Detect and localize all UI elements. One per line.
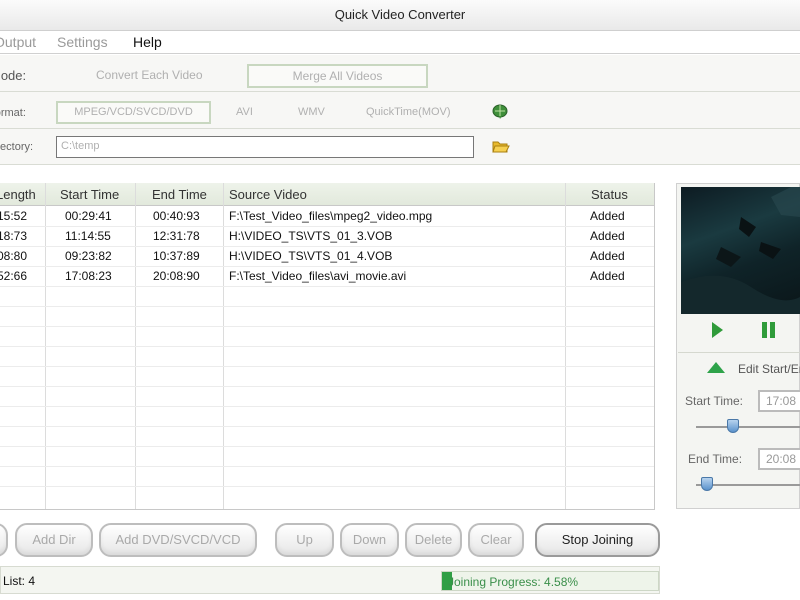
play-icon[interactable] [712,322,723,338]
cell-length: 18:73 [0,229,28,243]
cell-status: Added [590,209,625,223]
end-time-label: End Time: [688,452,743,466]
cell-source-video: H:\VIDEO_TS\VTS_01_4.VOB [229,249,393,263]
column-end-time[interactable]: End Time [152,187,207,202]
row-divider [0,446,654,447]
row-divider [0,486,654,487]
row-divider [0,366,654,367]
options-divider [0,91,800,92]
expand-up-icon[interactable] [707,362,725,373]
clear-button[interactable]: Clear [468,523,524,557]
cell-status: Added [590,229,625,243]
row-divider [0,346,654,347]
format-wmv[interactable]: WMV [298,106,325,118]
globe-icon[interactable] [492,104,508,120]
start-time-label: Start Time: [685,394,744,408]
cell-start-time: 09:23:82 [65,249,112,263]
format-label: Format: [0,107,26,119]
mode-label: Mode: [0,68,27,83]
start-time-slider-track[interactable] [696,426,800,428]
row-divider [0,406,654,407]
title-bar: Quick Video Converter [0,0,800,31]
cell-end-time: 00:40:93 [153,209,200,223]
mode-merge-all[interactable]: Merge All Videos [247,64,428,88]
cell-source-video: F:\Test_Video_files\avi_movie.avi [229,269,407,283]
progress-text: Joining Progress: 4.58% [448,575,579,589]
cell-length: 15:52 [0,209,28,223]
video-preview [681,187,800,314]
video-list-table[interactable]: Length Start Time End Time Source Video … [0,183,655,510]
cell-source-video: H:\VIDEO_TS\VTS_01_3.VOB [229,229,393,243]
up-button[interactable]: Up [275,523,334,557]
pause-icon[interactable] [762,322,776,338]
directory-label: Directory: [0,141,34,153]
column-source-video[interactable]: Source Video [229,187,307,202]
list-count: List: 4 [3,574,36,588]
menu-output[interactable]: Output [0,34,36,50]
preview-divider [678,352,800,353]
format-mpeg[interactable]: MPEG/VCD/SVCD/DVD [56,101,211,124]
row-divider [0,306,654,307]
menu-settings[interactable]: Settings [57,34,108,50]
format-avi[interactable]: AVI [236,106,253,118]
cell-status: Added [590,269,625,283]
cell-end-time: 20:08:90 [153,269,200,283]
options-divider [0,164,800,165]
cell-start-time: 11:14:55 [65,229,111,243]
table-header: Length Start Time End Time Source Video … [0,183,654,206]
column-start-time[interactable]: Start Time [60,187,119,202]
row-divider [0,286,654,287]
directory-input[interactable]: C:\temp [56,136,474,158]
cell-start-time: 17:08:23 [65,269,112,283]
stop-joining-button[interactable]: Stop Joining [535,523,660,557]
down-button[interactable]: Down [340,523,399,557]
menu-help[interactable]: Help [133,34,162,50]
row-divider [0,426,654,427]
video-frame-icon [681,187,800,314]
folder-open-icon[interactable] [492,139,510,154]
start-time-slider-thumb[interactable] [727,419,740,433]
row-divider [0,466,654,467]
add-file-button[interactable]: Add File [0,523,8,557]
row-divider [0,266,654,267]
window-title: Quick Video Converter [334,7,466,22]
format-quicktime[interactable]: QuickTime(MOV) [366,106,451,118]
edit-start-end-label: Edit Start/End [738,362,800,376]
pause-bar [762,322,767,338]
cell-end-time: 10:37:89 [153,249,200,263]
status-bar: List: 4 Joining Progress: 4.58% [0,566,660,594]
column-status[interactable]: Status [591,187,628,202]
cell-length: 52:66 [0,269,28,283]
add-dir-button[interactable]: Add Dir [15,523,93,557]
cell-status: Added [590,249,625,263]
cell-start-time: 00:29:41 [65,209,112,223]
pause-bar [770,322,775,338]
row-divider [0,326,654,327]
add-dvd-button[interactable]: Add DVD/SVCD/VCD [99,523,257,557]
cell-source-video: F:\Test_Video_files\mpeg2_video.mpg [229,209,433,223]
row-divider [0,386,654,387]
end-time-input[interactable]: 20:08 [758,448,800,470]
end-time-slider-thumb[interactable] [701,477,714,491]
menu-bar: Output Settings Help [0,31,800,54]
start-time-input[interactable]: 17:08 [758,390,800,412]
options-divider [0,128,800,129]
row-divider [0,226,654,227]
joining-progress-bar: Joining Progress: 4.58% [441,571,659,591]
cell-end-time: 12:31:78 [153,229,200,243]
row-divider [0,246,654,247]
cell-length: 08:80 [0,249,28,263]
delete-button[interactable]: Delete [405,523,462,557]
mode-convert-each[interactable]: Convert Each Video [96,68,203,82]
column-length[interactable]: Length [0,187,36,202]
